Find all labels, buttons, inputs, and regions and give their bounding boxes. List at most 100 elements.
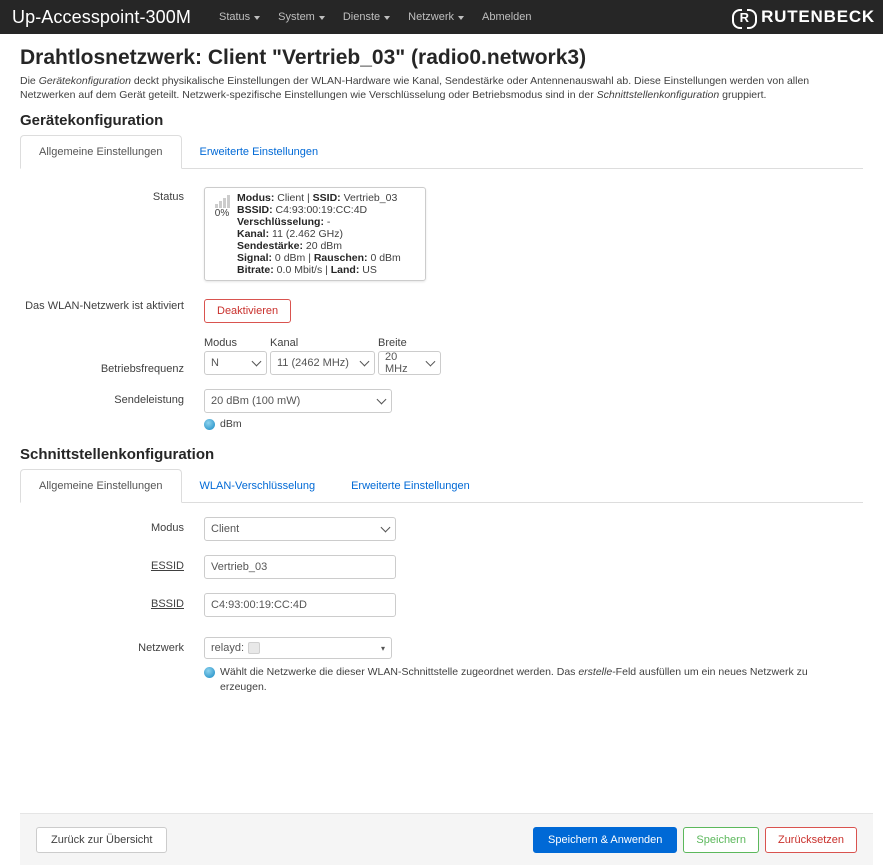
help-part: Wählt die Netzwerke die dieser WLAN-Schn… bbox=[220, 666, 579, 678]
main-content: Drahtlosnetzwerk: Client "Vertrieb_03" (… bbox=[0, 34, 883, 695]
iface-mode-select[interactable]: Client bbox=[204, 517, 396, 541]
logo-text: RUTENBECK bbox=[761, 7, 875, 26]
menu-abmelden[interactable]: Abmelden bbox=[482, 11, 532, 23]
bssid-label-text: BSSID bbox=[150, 598, 184, 610]
status-value: 11 (2.462 GHz) bbox=[269, 228, 344, 240]
freq-channel-label: Kanal bbox=[270, 337, 299, 349]
page-description: Die Gerätekonfiguration deckt physikalis… bbox=[20, 74, 863, 102]
status-value: Vertrieb_03 bbox=[340, 192, 398, 204]
device-config-heading: Gerätekonfiguration bbox=[20, 112, 164, 129]
txpower-label: Sendeleistung bbox=[114, 394, 184, 406]
freq-width-label: Breite bbox=[378, 337, 407, 349]
device-tabs: Allgemeine Einstellungen Erweiterte Eins… bbox=[20, 135, 863, 169]
freq-width-value: 20 MHz bbox=[385, 351, 408, 375]
status-box: 0% Modus: Client | SSID: Vertrieb_03 BSS… bbox=[204, 187, 426, 281]
signal-bars-icon bbox=[214, 194, 230, 208]
essid-input[interactable]: Vertrieb_03 bbox=[204, 555, 396, 579]
status-key: Rauschen: bbox=[313, 252, 368, 264]
status-value: - bbox=[323, 216, 331, 228]
bssid-input[interactable]: C4:93:00:19:CC:4D bbox=[204, 593, 396, 617]
tab-iface-general[interactable]: Allgemeine Einstellungen bbox=[20, 469, 182, 503]
status-value: 0.0 Mbit/s | bbox=[273, 264, 331, 276]
top-navbar: Up-Accesspoint-300M Status System Dienst… bbox=[0, 0, 883, 34]
status-key: SSID: bbox=[312, 192, 341, 204]
status-details: Modus: Client | SSID: Vertrieb_03 BSSID:… bbox=[237, 192, 401, 276]
caret-down-icon bbox=[254, 15, 261, 20]
essid-row: ESSID Vertrieb_03 bbox=[20, 555, 863, 579]
tab-iface-encryption[interactable]: WLAN-Verschlüsselung bbox=[182, 469, 334, 502]
status-value: Client | bbox=[274, 192, 313, 204]
info-icon bbox=[204, 419, 215, 430]
menu-system-label: System bbox=[278, 11, 315, 23]
txpower-help-text: dBm bbox=[220, 418, 242, 430]
select-arrow-icon: ▾ bbox=[380, 643, 385, 653]
signal-indicator: 0% bbox=[211, 192, 233, 276]
freq-width-select[interactable]: 20 MHz bbox=[378, 351, 441, 375]
caret-down-icon bbox=[458, 15, 464, 20]
status-value: US bbox=[359, 264, 377, 276]
enable-row: Das WLAN-Netzwerk ist aktiviert Deaktivi… bbox=[20, 299, 863, 323]
menu-dienste-label: Dienste bbox=[342, 11, 381, 23]
freq-mode-group: Modus N bbox=[204, 337, 267, 375]
page-title: Drahtlosnetzwerk: Client "Vertrieb_03" (… bbox=[20, 46, 587, 69]
caret-down-icon bbox=[384, 15, 391, 20]
freq-channel-select[interactable]: 11 (2462 MHz) bbox=[270, 351, 375, 375]
iface-mode-label: Modus bbox=[150, 522, 184, 534]
reset-button[interactable]: Zurücksetzen bbox=[764, 826, 857, 853]
save-button[interactable]: Speichern bbox=[683, 826, 759, 853]
tab-iface-advanced[interactable]: Erweiterte Einstellungen bbox=[333, 469, 488, 502]
freq-width-group: Breite 20 MHz bbox=[378, 337, 441, 375]
menu-status[interactable]: Status bbox=[218, 11, 261, 23]
menu-netzwerk-label: Netzwerk bbox=[408, 11, 454, 23]
desc-emphasis: Gerätekonfiguration bbox=[38, 75, 131, 87]
menu-netzwerk[interactable]: Netzwerk bbox=[408, 11, 464, 23]
status-key: Signal: bbox=[237, 252, 273, 264]
menu-system[interactable]: System bbox=[278, 11, 325, 23]
txpower-value: 20 dBm (100 mW) bbox=[211, 395, 301, 407]
network-icon bbox=[248, 642, 261, 654]
freq-mode-select[interactable]: N bbox=[204, 351, 267, 375]
network-select[interactable]: relayd: ▾ bbox=[204, 637, 392, 659]
desc-part: Die bbox=[20, 75, 39, 87]
iface-mode-value: Client bbox=[211, 523, 240, 535]
network-value: relayd: bbox=[211, 642, 245, 654]
menu-status-label: Status bbox=[218, 11, 251, 23]
footer-actions: Speichern & Anwenden Speichern Zurückset… bbox=[533, 826, 857, 853]
chevron-down-icon bbox=[376, 394, 387, 404]
tab-device-general[interactable]: Allgemeine Einstellungen bbox=[20, 135, 182, 169]
iface-config-heading: Schnittstellenkonfiguration bbox=[20, 446, 215, 463]
chevron-down-icon bbox=[380, 522, 391, 532]
status-key: Modus: bbox=[237, 192, 275, 204]
logo-mark-icon: R bbox=[731, 8, 758, 29]
back-to-overview-button[interactable]: Zurück zur Übersicht bbox=[36, 826, 168, 853]
status-key: Land: bbox=[330, 264, 360, 276]
action-footer: Zurück zur Übersicht Speichern & Anwende… bbox=[20, 813, 873, 865]
chevron-down-icon bbox=[359, 356, 370, 366]
bssid-label: BSSID bbox=[20, 593, 200, 610]
iface-tabs: Allgemeine Einstellungen WLAN-Verschlüss… bbox=[20, 469, 863, 503]
essid-label-text: ESSID bbox=[150, 560, 184, 572]
freq-mode-label: Modus bbox=[204, 337, 238, 349]
network-row: Netzwerk relayd: ▾ Wählt die Netzwerke d… bbox=[20, 637, 863, 695]
frequency-label: Betriebsfrequenz bbox=[100, 363, 184, 375]
info-icon bbox=[204, 667, 215, 678]
brand-title[interactable]: Up-Accesspoint-300M bbox=[12, 7, 191, 28]
frequency-row: Betriebsfrequenz Modus N Kanal 11 (2462 … bbox=[20, 337, 863, 375]
txpower-select[interactable]: 20 dBm (100 mW) bbox=[204, 389, 392, 413]
txpower-help: dBm bbox=[204, 418, 863, 430]
rutenbeck-logo: R RUTENBECK bbox=[731, 7, 875, 29]
main-menu: Status System Dienste Netzwerk Abmelden bbox=[219, 11, 550, 23]
status-value: 0 dBm | bbox=[272, 252, 314, 264]
disable-button[interactable]: Deaktivieren bbox=[204, 299, 292, 323]
txpower-row: Sendeleistung 20 dBm (100 mW) dBm bbox=[20, 389, 863, 430]
status-key: Sendestärke: bbox=[237, 240, 303, 252]
status-key: BSSID: bbox=[237, 204, 273, 216]
iface-mode-row: Modus Client bbox=[20, 517, 863, 541]
network-help-text: Wählt die Netzwerke die dieser WLAN-Schn… bbox=[220, 665, 854, 695]
save-apply-button[interactable]: Speichern & Anwenden bbox=[533, 826, 678, 853]
network-label: Netzwerk bbox=[138, 642, 184, 654]
status-value: 20 dBm bbox=[302, 240, 343, 252]
status-key: Kanal: bbox=[237, 228, 270, 240]
menu-dienste[interactable]: Dienste bbox=[342, 11, 391, 23]
tab-device-advanced[interactable]: Erweiterte Einstellungen bbox=[182, 135, 337, 168]
